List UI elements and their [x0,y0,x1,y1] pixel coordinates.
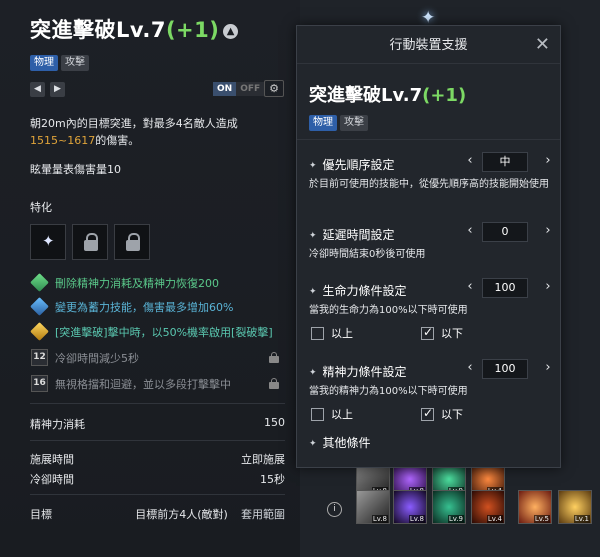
tripod-item-locked: 16 無視格擋和迴避，並以多段打擊擊中 [31,375,231,392]
tripod-item-locked: 12 冷卻時間減少5秒 [31,349,139,366]
info-icon[interactable]: i [327,502,342,517]
divider [297,139,560,140]
toggle-off[interactable]: OFF [236,82,265,96]
mp-above-checkbox[interactable]: 以上 [311,406,353,422]
divider [30,440,285,441]
skill-slot[interactable]: Lv.8 [356,490,390,524]
divider [30,494,285,495]
setting-help: 當我的精神力為100%以下時可使用 [309,386,468,397]
checkbox-checked[interactable] [421,406,434,421]
setting-label: 精神力條件設定 [309,363,407,380]
lock-icon [125,233,141,251]
skill-description: 朝20m內的目標突進，對最多4名敵人造成 1515~1617的傷害。 [30,117,238,147]
checkbox[interactable] [311,407,324,421]
divider [30,403,285,404]
skill-slot[interactable]: Lv.4 [471,490,505,524]
tripod-item: 變更為蓄力技能，傷害最多增加60% [30,297,233,316]
setting-help: 當我的生命力為100%以下時可使用 [309,305,468,316]
tripod-gold-icon [30,322,49,341]
unlock-level-badge: 12 [31,349,48,366]
target-row: 目標 目標前方4人(敵對) 套用範圍 [30,508,285,521]
damage-range: 1515~1617 [30,134,96,147]
skill-title: 突進擊破Lv.7(+1) ▲ [30,14,239,44]
tripod-blue-icon [30,297,49,316]
lock-icon [269,352,279,363]
skill-slot[interactable]: Lv.5 [518,490,552,524]
chevron-right-icon[interactable]: › [542,223,554,238]
checkbox-checked[interactable] [421,325,434,340]
stepper-value: 中 [482,152,528,172]
toggle-on[interactable]: ON [213,82,237,96]
chevron-left-icon[interactable]: ‹ [464,279,476,294]
tripod-item: [突進擊破]擊中時，以50%機率啟用[裂破擊] [30,322,273,341]
chevron-right-icon[interactable]: › [542,279,554,294]
stepper-value: 100 [482,359,528,379]
hp-below-checkbox[interactable]: 以下 [421,325,463,341]
delay-stepper[interactable]: ‹ 0 › [464,222,554,242]
priority-stepper[interactable]: ‹ 中 › [464,152,554,172]
upgrade-icon[interactable]: ▲ [223,24,239,39]
chevron-left-icon[interactable]: ‹ [464,153,476,168]
chevron-right-icon[interactable]: › [542,360,554,375]
skill-slot[interactable]: Lv.1 [558,490,592,524]
hp-above-checkbox[interactable]: 以上 [311,325,353,341]
setting-label: 其他條件 [309,434,371,451]
chevron-left-icon[interactable]: ‹ [464,360,476,375]
next-skill-button[interactable]: ▶ [50,82,65,97]
skill-detail-panel: 突進擊破Lv.7(+1) ▲ 物理 攻擊 ◀ ▶ ON OFF ⚙ 朝20m內的目標… [0,0,300,557]
checkbox[interactable] [311,326,324,340]
hp-stepper[interactable]: ‹ 100 › [464,278,554,298]
auto-assist-icon[interactable]: ⚙ [264,80,284,97]
dialog-header: 行動裝置支援 [297,26,560,64]
specialization-slot-active[interactable] [30,224,66,260]
skill-level-bonus: (+1) [165,18,220,42]
mp-stepper[interactable]: ‹ 100 › [464,359,554,379]
unlock-level-badge: 16 [31,375,48,392]
stepper-value: 100 [482,278,528,298]
tag-physical: 物理 [30,55,58,71]
setting-label: 優先順序設定 [309,156,395,173]
skill-slot[interactable]: Lv.9 [432,490,466,524]
mp-cost-row: 精神力消耗 150 [30,416,285,431]
specialization-slot-locked[interactable] [114,224,150,260]
tag-attack: 攻擊 [340,115,368,131]
tripod-green-icon [30,273,49,292]
setting-label: 延遲時間設定 [309,226,395,243]
mobile-support-dialog: 行動裝置支援 ✕ 突進擊破Lv.7(+1) 物理攻擊 優先順序設定 ‹ 中 › … [296,25,561,468]
skill-name: 突進擊破Lv.7 [30,18,166,42]
skill-tags: 物理 攻擊 [30,50,92,71]
chevron-left-icon[interactable]: ‹ [464,223,476,238]
tag-physical: 物理 [309,115,337,131]
on-off-toggle[interactable]: ON OFF [213,82,265,96]
prev-skill-button[interactable]: ◀ [30,82,45,97]
tag-attack: 攻擊 [61,55,89,71]
tripod-item: 刪除精神力消耗及精神力恢復200 [30,273,219,292]
close-icon[interactable]: ✕ [535,34,550,55]
cast-time-row: 施展時間 立即施展 [30,453,285,466]
setting-help: 於目前可使用的技能中，從優先順序高的技能開始使用 [309,179,549,190]
specialization-slot-locked[interactable] [72,224,108,260]
chevron-right-icon[interactable]: › [542,153,554,168]
stagger-damage: 眩暈量表傷害量10 [30,163,121,176]
mp-below-checkbox[interactable]: 以下 [421,406,463,422]
setting-label: 生命力條件設定 [309,282,407,299]
specialization-label: 特化 [30,201,52,214]
dialog-skill-tags: 物理 攻擊 [309,110,371,131]
dialog-skill-title: 突進擊破Lv.7(+1) [309,85,467,106]
setting-help: 冷卻時間結束0秒後可使用 [309,249,426,260]
stepper-value: 0 [482,222,528,242]
skill-slot[interactable]: Lv.8 [393,490,427,524]
cooldown-row: 冷卻時間 15秒 [30,473,285,486]
lock-icon [83,233,99,251]
lock-icon [269,378,279,389]
